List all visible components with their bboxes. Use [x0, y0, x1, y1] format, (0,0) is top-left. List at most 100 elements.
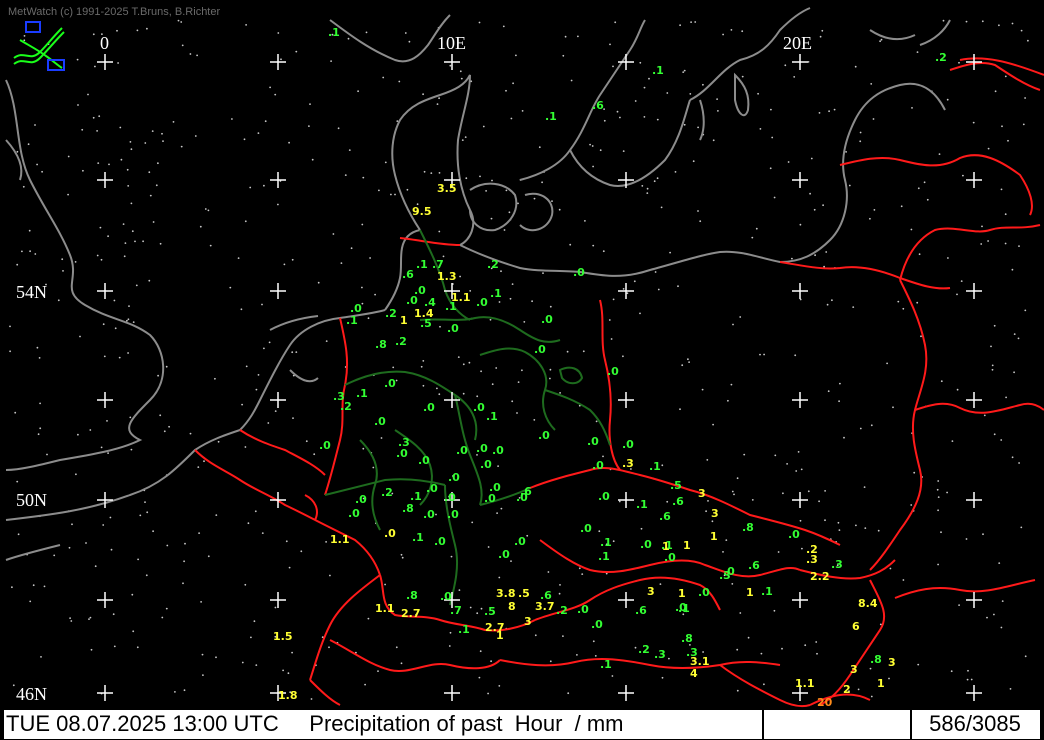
station-dot — [75, 473, 77, 476]
station-dot — [688, 361, 690, 363]
precip-value: 3 — [647, 585, 655, 598]
station-dot — [291, 351, 294, 354]
station-dot — [277, 32, 280, 34]
station-dot — [94, 65, 96, 68]
station-dot — [254, 510, 257, 513]
station-dot — [261, 303, 263, 306]
station-dot — [534, 634, 537, 637]
station-dot — [611, 675, 614, 677]
station-dot — [843, 436, 845, 439]
station-dot — [864, 527, 867, 529]
station-dot — [126, 319, 128, 322]
station-dot — [329, 574, 331, 577]
station-dot — [956, 293, 958, 296]
station-dot — [422, 360, 425, 362]
station-dot — [438, 172, 441, 174]
station-dot — [459, 275, 461, 278]
station-dot — [344, 174, 347, 177]
station-dot — [464, 136, 467, 139]
station-dot — [584, 220, 586, 222]
station-dot — [870, 695, 873, 698]
station-dot — [815, 641, 818, 643]
station-dot — [819, 35, 822, 38]
station-dot — [107, 235, 109, 238]
station-dot — [824, 519, 826, 522]
station-dot — [646, 187, 649, 190]
station-dot — [16, 263, 19, 266]
station-dot — [423, 170, 426, 173]
station-dot — [401, 556, 404, 559]
station-dot — [869, 667, 872, 670]
precip-value: .2 — [638, 643, 650, 656]
station-dot — [94, 565, 97, 568]
station-dot — [263, 347, 265, 350]
station-dot — [267, 422, 270, 424]
station-dot — [137, 558, 140, 561]
station-dot — [1020, 29, 1023, 32]
station-dot — [730, 383, 733, 386]
station-dot — [608, 319, 611, 321]
station-dot — [784, 64, 787, 67]
station-dot — [656, 177, 659, 180]
station-dot — [872, 118, 875, 120]
station-dot — [98, 115, 101, 118]
station-dot — [612, 298, 615, 301]
station-dot — [910, 504, 913, 506]
station-dot — [559, 584, 561, 586]
station-dot — [591, 145, 594, 147]
precip-value: .0 — [541, 313, 553, 326]
station-dot — [400, 553, 403, 556]
precip-value: .0 — [444, 491, 456, 504]
station-dot — [449, 64, 452, 67]
station-dot — [515, 54, 517, 57]
station-dot — [512, 82, 514, 85]
station-dot — [330, 60, 332, 62]
station-dot — [526, 534, 529, 537]
station-dot — [480, 370, 482, 373]
station-dot — [237, 257, 240, 259]
station-dot — [639, 312, 641, 315]
station-dot — [148, 171, 151, 174]
station-dot — [697, 210, 699, 212]
precip-value: .1 — [416, 258, 428, 271]
station-dot — [870, 424, 873, 427]
station-dot — [838, 529, 841, 531]
station-dot — [873, 209, 876, 211]
station-dot — [511, 283, 514, 285]
station-dot — [937, 509, 939, 512]
station-dot — [398, 80, 401, 83]
station-dot — [146, 511, 149, 514]
station-dot — [538, 146, 541, 149]
precip-value: 1.3 — [437, 270, 457, 283]
station-dot — [564, 35, 567, 38]
station-dot — [116, 29, 118, 32]
station-dot — [9, 325, 11, 328]
station-dot — [144, 142, 147, 144]
station-dot — [136, 646, 139, 649]
station-dot — [337, 127, 340, 130]
station-dot — [1009, 688, 1012, 690]
precip-value: .3 — [622, 457, 634, 470]
station-dot — [736, 648, 739, 651]
station-dot — [889, 567, 892, 570]
station-dot — [408, 40, 411, 43]
station-dot — [439, 325, 441, 328]
station-dot — [476, 612, 479, 615]
station-dot — [291, 651, 293, 654]
station-dot — [633, 280, 636, 283]
station-dot — [394, 193, 396, 196]
station-dot — [96, 254, 99, 257]
station-dot — [295, 50, 298, 53]
station-dot — [126, 168, 129, 171]
station-dot — [92, 33, 95, 36]
precip-value: .0 — [640, 538, 652, 551]
station-dot — [162, 140, 164, 143]
station-dot — [614, 21, 617, 24]
station-dot — [491, 383, 494, 386]
station-dot — [136, 29, 139, 32]
station-dot — [117, 62, 119, 64]
station-dot — [285, 540, 288, 543]
station-dot — [877, 529, 880, 532]
station-dot — [1004, 242, 1007, 245]
station-dot — [787, 161, 790, 163]
